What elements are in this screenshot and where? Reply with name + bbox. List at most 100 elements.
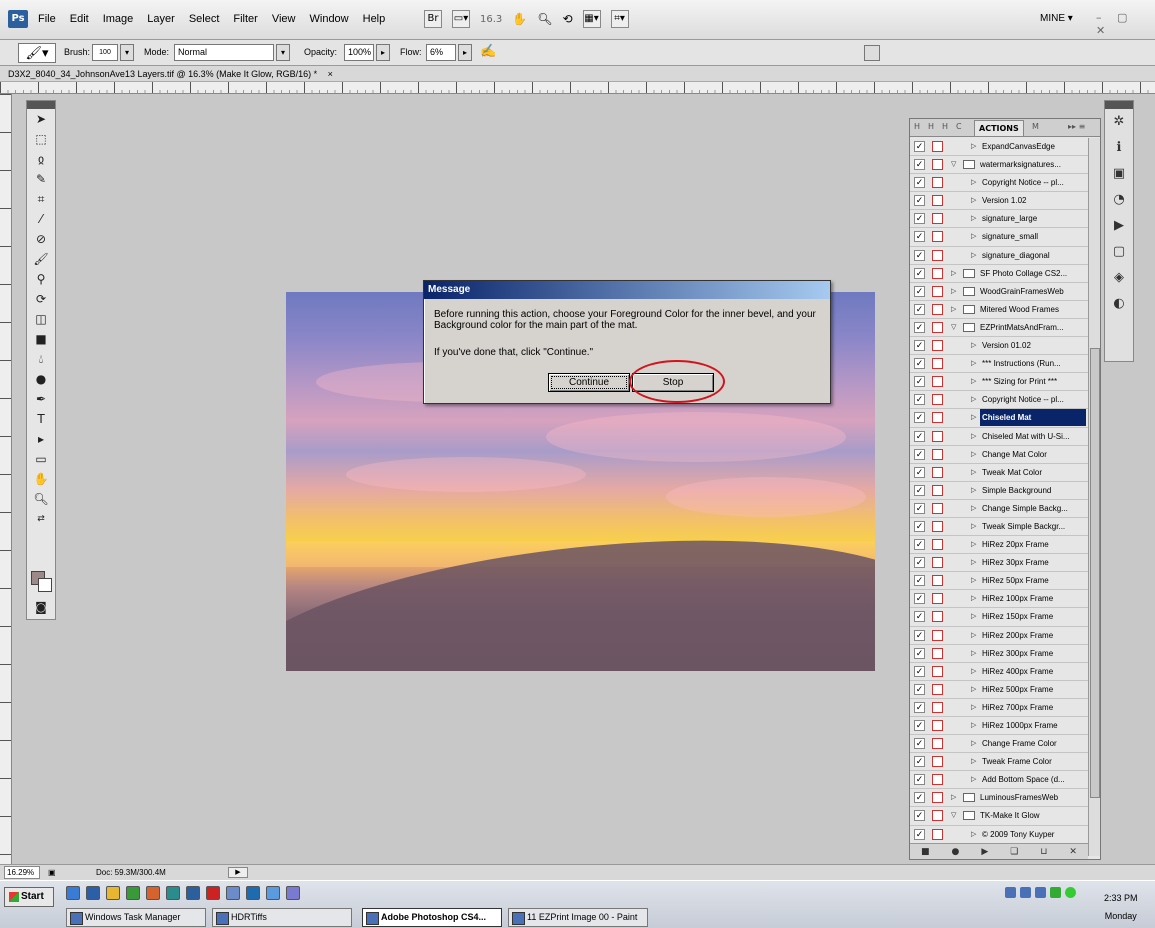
tab-histogram[interactable]: H (914, 122, 920, 131)
dialog-toggle[interactable] (932, 340, 943, 352)
action-row[interactable]: ✓ ▷ HiRez 150px Frame (910, 608, 1088, 627)
collapsed-triangle-icon[interactable]: ▷ (971, 138, 976, 155)
close-document-icon[interactable]: × (328, 69, 333, 79)
collapsed-triangle-icon[interactable]: ▷ (951, 283, 956, 300)
action-row[interactable]: ✓ ▷ Change Frame Color (910, 735, 1088, 754)
expanded-triangle-icon[interactable]: ▽ (951, 319, 956, 336)
toggle-checkbox[interactable]: ✓ (914, 502, 925, 514)
tray-icon[interactable] (1065, 887, 1076, 898)
task-hdrtiffs[interactable]: HDRTiffs (212, 908, 352, 927)
action-row[interactable]: ✓ ▷ *** Sizing for Print *** (910, 373, 1088, 392)
action-row[interactable]: ✓ ▷ HiRez 20px Frame (910, 536, 1088, 555)
view-extras-icon[interactable]: ▭▾ (452, 10, 470, 28)
new-set-icon[interactable]: ❏ (1010, 847, 1018, 857)
action-row[interactable]: ✓ ▷ HiRez 100px Frame (910, 590, 1088, 609)
info-icon[interactable]: ℹ (1105, 135, 1133, 161)
adjustments-icon[interactable]: ▣ (1105, 161, 1133, 187)
toggle-checkbox[interactable]: ✓ (914, 249, 925, 261)
dialog-toggle[interactable] (932, 303, 943, 315)
pen-tool-icon[interactable]: ✒ (27, 389, 55, 409)
tab-color[interactable]: C (956, 122, 962, 131)
tray-icon[interactable] (1050, 887, 1061, 898)
collapsed-triangle-icon[interactable]: ▷ (971, 373, 976, 390)
brush-tool-icon[interactable]: 🖌︎ (27, 249, 55, 269)
dialog-toggle[interactable] (932, 466, 943, 478)
eraser-tool-icon[interactable]: ◫ (27, 309, 55, 329)
collapsed-triangle-icon[interactable]: ▷ (971, 518, 976, 535)
action-set-row[interactable]: ✓ ▽ watermarksignatures... (910, 156, 1088, 175)
toggle-checkbox[interactable]: ✓ (914, 756, 925, 768)
collapsed-triangle-icon[interactable]: ▷ (971, 428, 976, 445)
toggle-checkbox[interactable]: ✓ (914, 448, 925, 460)
action-set-row[interactable]: ✓ ▷ WoodGrainFramesWeb (910, 283, 1088, 301)
toggle-checkbox[interactable]: ✓ (914, 340, 925, 352)
action-row[interactable]: ✓ ▷ Copyright Notice -- pl... (910, 391, 1088, 410)
toggle-checkbox[interactable]: ✓ (914, 430, 925, 442)
menu-layer[interactable]: Layer (147, 13, 175, 25)
navigator-icon[interactable]: ✲ (1105, 109, 1133, 135)
blur-tool-icon[interactable]: 💧︎ (27, 349, 55, 369)
menu-view[interactable]: View (272, 13, 296, 25)
opacity-field[interactable]: 100% (344, 44, 374, 61)
action-row[interactable]: ✓ ▷ HiRez 300px Frame (910, 645, 1088, 663)
collapsed-triangle-icon[interactable]: ▷ (971, 247, 976, 264)
play-icon[interactable]: ▶ (981, 847, 988, 857)
workspace-switcher[interactable]: MINE ▾ (1040, 13, 1073, 24)
toggle-checkbox[interactable]: ✓ (914, 701, 925, 713)
toggle-checkbox[interactable]: ✓ (914, 557, 925, 569)
quick-mask-icon[interactable]: ◙ (27, 597, 55, 617)
mode-select[interactable]: Normal (174, 44, 274, 61)
action-row[interactable]: ✓ ▷ HiRez 400px Frame (910, 663, 1088, 681)
collapsed-triangle-icon[interactable]: ▷ (971, 355, 976, 372)
quick-launch-icon[interactable] (66, 886, 80, 900)
move-tool-icon[interactable]: ➤ (27, 109, 55, 129)
rotate-view-icon[interactable]: ⟲ (562, 12, 572, 26)
dialog-toggle[interactable] (932, 430, 943, 442)
zoom-field[interactable]: 16.29% (4, 866, 40, 879)
flow-field[interactable]: 6% (426, 44, 456, 61)
collapsed-triangle-icon[interactable]: ▷ (971, 771, 976, 788)
toggle-checkbox[interactable]: ✓ (914, 665, 925, 677)
quick-selection-tool-icon[interactable]: ✎ (27, 169, 55, 189)
dialog-toggle[interactable] (932, 810, 943, 822)
dialog-toggle[interactable] (932, 321, 943, 333)
quick-launch-icon[interactable] (86, 886, 100, 900)
toggle-checkbox[interactable]: ✓ (914, 738, 925, 750)
toggle-checkbox[interactable]: ✓ (914, 810, 925, 822)
dialog-toggle[interactable] (932, 665, 943, 677)
record-icon[interactable]: ● (952, 847, 960, 857)
dialog-toggle[interactable] (932, 557, 943, 569)
dialog-toggle[interactable] (932, 629, 943, 641)
collapsed-triangle-icon[interactable]: ▷ (971, 753, 976, 770)
action-row[interactable]: ✓ ▷ Tweak Simple Backgr... (910, 518, 1088, 537)
hand-tool-icon[interactable]: ✋ (512, 12, 527, 26)
toggle-checkbox[interactable]: ✓ (914, 575, 925, 587)
path-selection-tool-icon[interactable]: ▸ (27, 429, 55, 449)
status-menu-arrow[interactable]: ▶ (228, 867, 248, 878)
zoom-tool-icon[interactable]: 🔍︎ (27, 489, 55, 509)
dialog-toggle[interactable] (932, 683, 943, 695)
hand-tool-icon[interactable]: ✋ (27, 469, 55, 489)
airbrush-icon[interactable]: ✍ (480, 43, 496, 59)
collapsed-triangle-icon[interactable]: ▷ (971, 735, 976, 752)
dialog-toggle[interactable] (932, 249, 943, 261)
collapsed-triangle-icon[interactable]: ▷ (971, 826, 976, 843)
flow-slider-arrow[interactable]: ▸ (458, 44, 472, 61)
tray-icon[interactable] (1035, 887, 1046, 898)
quick-launch-icon[interactable] (166, 886, 180, 900)
action-set-row[interactable]: ✓ ▷ LuminousFramesWeb (910, 789, 1088, 808)
quick-launch-icon[interactable] (206, 886, 220, 900)
brush-panel-toggle-icon[interactable] (864, 45, 880, 61)
action-row[interactable]: ✓ ▷ Tweak Mat Color (910, 464, 1088, 482)
tab-actions[interactable]: ACTIONS (974, 120, 1024, 136)
action-row[interactable]: ✓ ▷ Chiseled Mat with U-Si... (910, 428, 1088, 446)
history-icon[interactable]: ▢ (1105, 239, 1133, 265)
toggle-checkbox[interactable]: ✓ (914, 484, 925, 496)
toggle-checkbox[interactable]: ✓ (914, 195, 925, 207)
toggle-checkbox[interactable]: ✓ (914, 611, 925, 623)
collapsed-triangle-icon[interactable]: ▷ (971, 572, 976, 589)
channels-icon[interactable]: ◐ (1105, 291, 1133, 317)
dialog-toggle[interactable] (932, 285, 943, 297)
window-controls[interactable]: – ▢ ✕ (1096, 11, 1155, 37)
dialog-title[interactable]: Message (424, 281, 830, 299)
